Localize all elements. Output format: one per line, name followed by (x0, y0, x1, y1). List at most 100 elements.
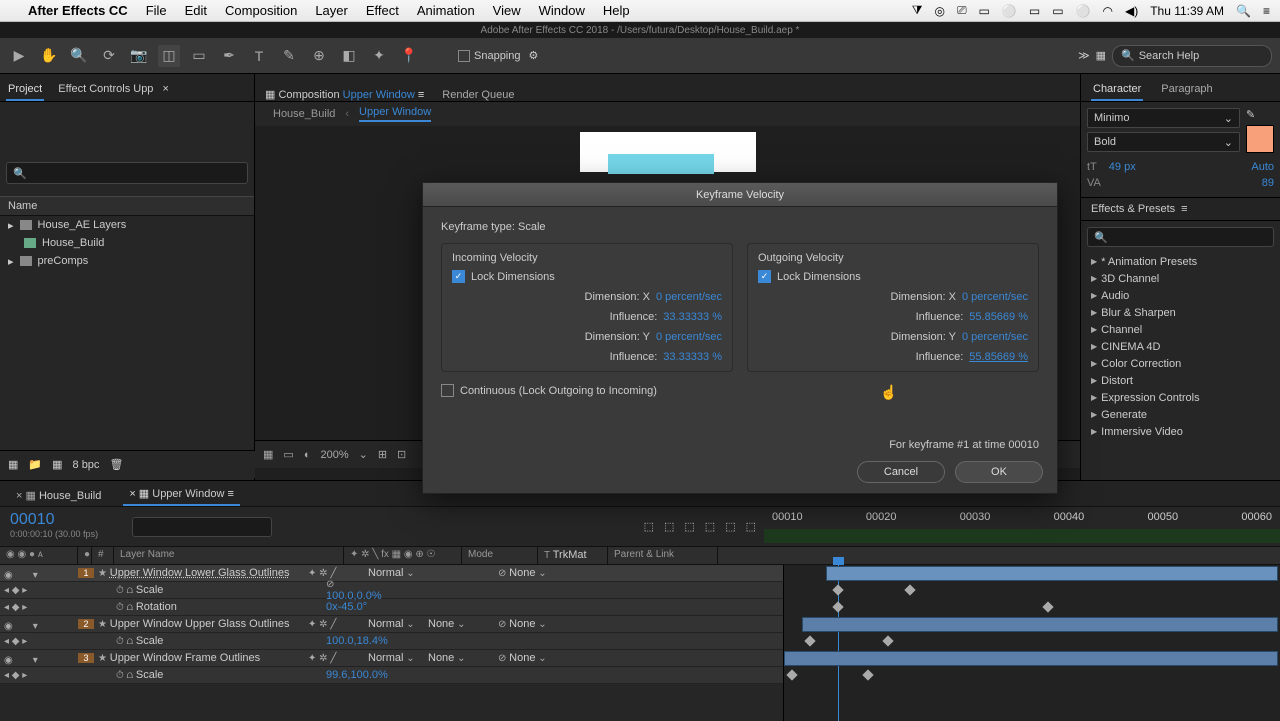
alpha-icon[interactable]: ◐ (304, 449, 311, 461)
effect-category[interactable]: ▶CINEMA 4D (1085, 338, 1276, 355)
effect-category[interactable]: ▶Immersive Video (1085, 423, 1276, 440)
menu-effect[interactable]: Effect (366, 3, 399, 18)
effect-category[interactable]: ▶Audio (1085, 287, 1276, 304)
influence-x-out[interactable]: 55.85669 % (969, 311, 1028, 323)
wifi2-icon[interactable]: ◠ (1102, 4, 1112, 18)
zoom-dropdown-icon[interactable]: ⌄ (359, 448, 368, 461)
tab-render-queue[interactable]: Render Queue (442, 89, 514, 101)
cc-icon[interactable]: ◎ (934, 4, 944, 18)
eraser-tool-icon[interactable]: ◧ (338, 45, 360, 67)
zoom-tool-icon[interactable]: 🔍 (68, 45, 90, 67)
fill-color-swatch[interactable] (1246, 125, 1274, 153)
battery-icon[interactable]: ▭ (1029, 4, 1040, 18)
layer-bar[interactable] (784, 651, 1278, 666)
influence-x-in[interactable]: 33.33333 % (663, 311, 722, 323)
prop-value[interactable]: 0x-45.0° (326, 601, 367, 613)
menu-layer[interactable]: Layer (315, 3, 348, 18)
ok-button[interactable]: OK (955, 461, 1043, 483)
col-parent[interactable]: Parent & Link (608, 547, 718, 564)
menu-window[interactable]: Window (539, 3, 585, 18)
grid-icon[interactable]: ⊞ (378, 448, 387, 461)
blend-mode[interactable]: Normal (368, 618, 403, 630)
col-layer-name[interactable]: Layer Name (114, 547, 344, 564)
col-mode[interactable]: Mode (462, 547, 538, 564)
effect-category[interactable]: ▶Distort (1085, 372, 1276, 389)
dimy-value-out[interactable]: 0 percent/sec (962, 331, 1028, 343)
project-search[interactable]: 🔍 (6, 162, 248, 184)
crumb-house[interactable]: House_Build (273, 108, 335, 120)
property-row[interactable]: ◂ ◆ ▸⏱ ⩍ Scale⊘ 100.0,0.0% (0, 582, 783, 599)
tl-icon[interactable]: ⬚ (644, 520, 654, 533)
selection-tool-icon[interactable]: ▶ (8, 45, 30, 67)
timeline-search[interactable] (132, 517, 272, 537)
clone-tool-icon[interactable]: ⊕ (308, 45, 330, 67)
keyframe-icon[interactable] (804, 635, 815, 646)
parent-value[interactable]: None (509, 618, 535, 630)
eyedropper-icon[interactable]: ✎ (1246, 108, 1274, 121)
effect-category[interactable]: ▶3D Channel (1085, 270, 1276, 287)
menu-icon[interactable]: ≡ (1263, 4, 1270, 18)
rotate-tool-icon[interactable]: ⟳ (98, 45, 120, 67)
tl-icon[interactable]: ⬚ (746, 520, 756, 533)
project-item[interactable]: House_Build (0, 234, 254, 252)
keyframe-icon[interactable] (1042, 601, 1053, 612)
volume-icon[interactable]: ◀) (1125, 4, 1138, 18)
camera-icon[interactable]: ⎚ (957, 3, 967, 18)
keyframe-icon[interactable] (882, 635, 893, 646)
layer-row[interactable]: ◉ ▾2 ★ Upper Window Upper Glass Outlines… (0, 616, 783, 633)
timeline-tracks[interactable] (783, 565, 1280, 721)
tv-icon[interactable]: ▭ (979, 4, 990, 18)
rect-tool-icon[interactable]: ▭ (188, 45, 210, 67)
effects-search[interactable]: 🔍 (1087, 227, 1274, 247)
keyframe-icon[interactable] (832, 584, 843, 595)
interpret-icon[interactable]: ▦ (8, 458, 18, 471)
timeline-tab-upper[interactable]: × ▦ Upper Window ≡ (123, 483, 240, 506)
keyframe-icon[interactable] (862, 669, 873, 680)
guides-icon[interactable]: ⊡ (397, 448, 406, 461)
trkmat-value[interactable]: None (428, 618, 454, 630)
tab-paragraph[interactable]: Paragraph (1159, 79, 1214, 101)
effects-presets-header[interactable]: Effects & Presets≡ (1081, 197, 1280, 221)
menu-help[interactable]: Help (603, 3, 630, 18)
workspace-grid-icon[interactable]: ▦ (1096, 49, 1106, 62)
leading-value[interactable]: Auto (1251, 161, 1274, 173)
property-row[interactable]: ◂ ◆ ▸⏱ ⩍ Scale100.0,18.4% (0, 633, 783, 650)
effect-category[interactable]: ▶Color Correction (1085, 355, 1276, 372)
layer-row[interactable]: ◉ ▾1 ★ Upper Window Lower Glass Outlines… (0, 565, 783, 582)
new-comp-icon[interactable]: ▦ (52, 458, 62, 471)
blend-mode[interactable]: Normal (368, 652, 403, 664)
text-tool-icon[interactable]: T (248, 45, 270, 67)
dimx-value-out[interactable]: 0 percent/sec (962, 291, 1028, 303)
tracking-value[interactable]: 89 (1262, 177, 1274, 189)
snapping-checkbox-icon[interactable] (458, 50, 470, 62)
puppet-tool-icon[interactable]: 📍 (398, 45, 420, 67)
workspace-icon[interactable]: ≫ (1078, 49, 1090, 62)
tab-effect-controls[interactable]: Effect Controls Upp × (56, 79, 171, 101)
parent-value[interactable]: None (509, 567, 535, 579)
displays-icon[interactable]: ▭ (1052, 4, 1063, 18)
dropbox-icon[interactable]: ⧩ (912, 3, 923, 18)
tl-icon[interactable]: ⬚ (664, 520, 674, 533)
clock[interactable]: Thu 11:39 AM (1150, 4, 1224, 18)
pan-behind-tool-icon[interactable]: ◫ (158, 45, 180, 67)
roto-tool-icon[interactable]: ✦ (368, 45, 390, 67)
dimx-value-in[interactable]: 0 percent/sec (656, 291, 722, 303)
property-row[interactable]: ◂ ◆ ▸⏱ ⩍ Scale99.6,100.0% (0, 667, 783, 684)
prop-value[interactable]: 99.6,100.0% (326, 669, 388, 681)
bpc-label[interactable]: 8 bpc (73, 459, 100, 471)
menu-composition[interactable]: Composition (225, 3, 297, 18)
project-item[interactable]: ▸House_AE Layers (0, 216, 254, 234)
menu-file[interactable]: File (146, 3, 167, 18)
cancel-button[interactable]: Cancel (857, 461, 945, 483)
keyframe-icon[interactable] (904, 584, 915, 595)
time-ruler[interactable]: 00010 00020 00030 00040 00050 00060 (764, 507, 1280, 546)
parent-value[interactable]: None (509, 652, 535, 664)
brush-tool-icon[interactable]: ✎ (278, 45, 300, 67)
bluetooth-icon[interactable]: ⚪ (1076, 4, 1091, 18)
tab-project[interactable]: Project (6, 79, 44, 101)
crumb-upper-window[interactable]: Upper Window (359, 106, 431, 122)
font-family-dropdown[interactable]: Minimo⌄ (1087, 108, 1240, 128)
layer-row[interactable]: ◉ ▾3 ★ Upper Window Frame Outlines ✦ ✲ ╱… (0, 650, 783, 667)
menu-animation[interactable]: Animation (417, 3, 475, 18)
tl-icon[interactable]: ⬚ (705, 520, 715, 533)
